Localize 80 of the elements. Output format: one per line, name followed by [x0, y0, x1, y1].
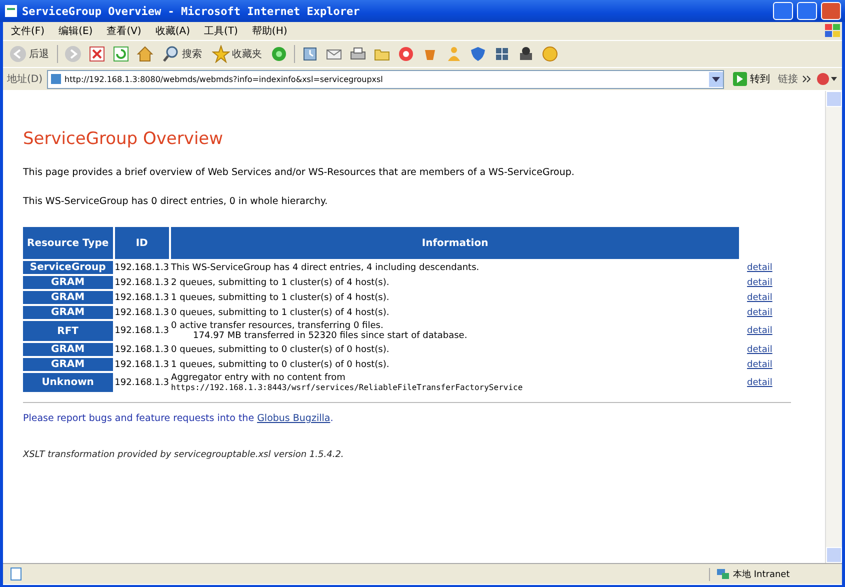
- info-text: 0 active transfer resources, transferring 0 files.: [171, 321, 384, 331]
- resource-type-cell: ServiceGroup: [23, 261, 113, 274]
- id-cell-text: 192.168.1.3: [114, 344, 170, 356]
- links-button[interactable]: 链接: [778, 72, 798, 86]
- info-text: 0 queues, submitting to 1 cluster(s) of 4 host(s).: [171, 308, 390, 318]
- detail-link[interactable]: detail: [747, 360, 772, 370]
- menu-item[interactable]: 编辑(E): [58, 24, 93, 38]
- windows-logo-icon: [824, 23, 842, 39]
- column-header: ID: [114, 227, 170, 259]
- column-header: Resource Type: [23, 227, 113, 259]
- bugzilla-link[interactable]: Globus Bugzilla: [257, 413, 330, 424]
- summary-text: This WS-ServiceGroup has 0 direct entries, 0 in whole hierarchy.: [23, 196, 329, 207]
- detail-link[interactable]: detail: [747, 378, 772, 388]
- back-button[interactable]: 后退: [7, 45, 51, 63]
- id-cell-text: 192.168.1.3: [114, 358, 170, 371]
- id-cell-text: 192.168.1.3: [114, 262, 170, 274]
- id-cell-text: 192.168.1.3: [114, 376, 170, 390]
- star-icon: [212, 45, 230, 63]
- intranet-icon: [716, 568, 730, 580]
- detail-link[interactable]: detail: [747, 278, 772, 288]
- home-icon[interactable]: [136, 45, 154, 63]
- info-text: 174.97 MB transferred in 52320 files since start of database.: [192, 331, 468, 341]
- info-text: This WS-ServiceGroup has 4 direct entries, 4 including descendants.: [171, 262, 480, 272]
- detail-link[interactable]: detail: [747, 292, 772, 302]
- printer-icon[interactable]: [517, 45, 535, 63]
- url-text: https://192.168.1.3:8443/wsrf/services/ReliableFileTransferFactoryService: [171, 383, 524, 392]
- xslt-note: XSLT transformation provided by servicegrouptable.xsl version 1.5.4.2.: [23, 450, 345, 460]
- menu-item[interactable]: 收藏(A): [155, 24, 190, 38]
- id-cell-text: 192.168.1.3: [114, 325, 170, 338]
- go-button[interactable]: 转到: [728, 71, 774, 87]
- info-text: 2 queues, submitting to 1 cluster(s) of 4 host(s).: [171, 278, 390, 288]
- intro-text: This page provides a brief overview of Web Services and/or WS-Resources that are members of a WS-ServiceGroup.: [23, 167, 576, 178]
- grid-icon[interactable]: [493, 45, 511, 63]
- resource-type-cell: GRAM: [23, 358, 113, 371]
- refresh-icon[interactable]: [112, 45, 130, 63]
- search-icon: [162, 45, 180, 63]
- search-button[interactable]: 搜索: [160, 45, 204, 63]
- resource-type-cell: RFT: [23, 321, 113, 341]
- chevron-icon[interactable]: [802, 74, 812, 84]
- id-cell-text: 192.168.1.3: [114, 292, 170, 304]
- info-text: 0 queues, submitting to 0 cluster(s) of 0 host(s).: [171, 344, 390, 354]
- history-icon[interactable]: [301, 45, 319, 63]
- report-text: Please report bugs and feature requests into the Globus Bugzilla.: [23, 413, 334, 424]
- id-cell-text: 192.168.1.3: [114, 276, 170, 289]
- resource-type-cell: GRAM: [23, 276, 113, 289]
- shield-icon[interactable]: [469, 45, 487, 63]
- menu-item[interactable]: 查看(V): [106, 24, 142, 38]
- menu-item[interactable]: 帮助(H): [252, 24, 288, 38]
- resource-type-cell: Unknown: [23, 373, 113, 392]
- resource-type-cell: GRAM: [23, 291, 113, 304]
- page-heading: ServiceGroup Overview: [23, 129, 224, 149]
- info-text: 1 queues, submitting to 0 cluster(s) of 0 host(s).: [171, 360, 390, 370]
- zone-text: 本地 Intranet: [733, 568, 790, 580]
- detail-link[interactable]: detail: [747, 262, 772, 272]
- page-icon: [9, 567, 23, 581]
- menu-item[interactable]: 文件(F): [11, 24, 45, 38]
- detail-link[interactable]: detail: [747, 308, 772, 318]
- resource-type-cell: GRAM: [23, 306, 113, 319]
- media-icon[interactable]: [270, 45, 288, 63]
- window-title: ServiceGroup Overview - Microsoft Internet Explorer: [22, 4, 361, 18]
- info-text: 1 queues, submitting to 1 cluster(s) of 4 host(s).: [171, 292, 390, 302]
- id-cell-text: 192.168.1.3: [114, 306, 170, 319]
- toolbar-extra-icon[interactable]: [816, 72, 838, 86]
- close-button[interactable]: [821, 2, 841, 20]
- address-field[interactable]: http://192.168.1.3:8080/webmds/webmds?info=indexinfo&xsl=servicegroupxsl: [46, 70, 724, 88]
- page-icon: [50, 73, 62, 85]
- detail-link[interactable]: detail: [747, 344, 772, 354]
- resource-type-cell: GRAM: [23, 343, 113, 356]
- globe-icon[interactable]: [397, 45, 415, 63]
- address-label: 地址(D): [7, 72, 43, 86]
- detail-link[interactable]: detail: [747, 326, 772, 336]
- menu-item[interactable]: 工具(T): [204, 24, 238, 38]
- favorites-button[interactable]: 收藏夹: [210, 45, 264, 63]
- stop-icon[interactable]: [88, 45, 106, 63]
- page-icon: [4, 4, 18, 18]
- minimize-button[interactable]: [773, 2, 793, 20]
- column-header: Information: [171, 227, 740, 259]
- info-text: Aggregator entry with no content from: [171, 373, 346, 383]
- dropdown-button[interactable]: [709, 72, 723, 86]
- maximize-button[interactable]: [797, 2, 817, 20]
